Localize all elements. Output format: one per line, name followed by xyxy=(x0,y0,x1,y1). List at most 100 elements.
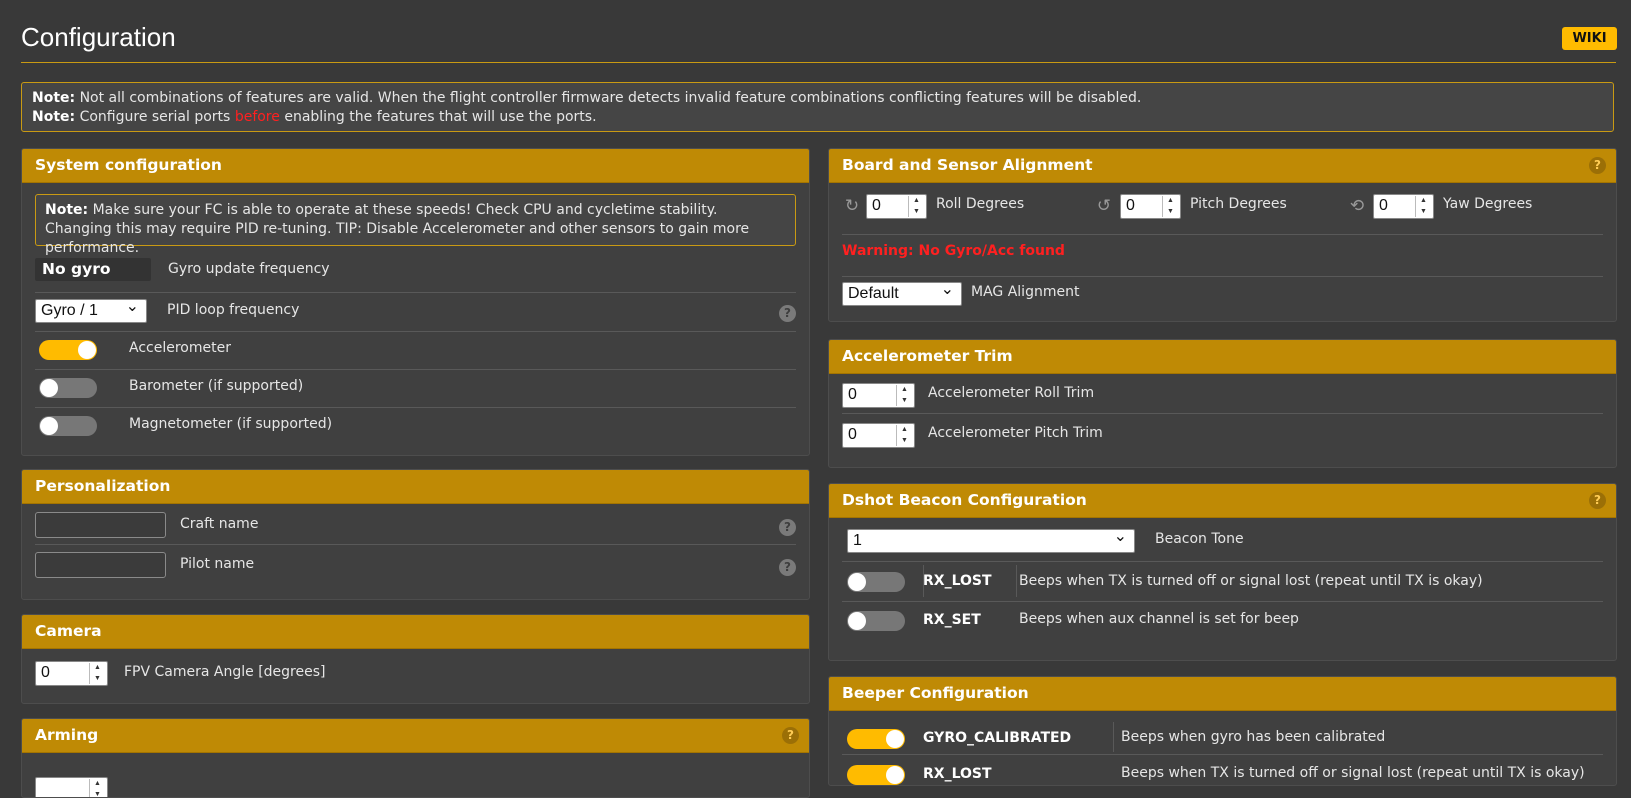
column-divider xyxy=(1113,722,1114,752)
gyro-row: No gyro Gyro update frequency xyxy=(35,253,796,293)
accelerometer-trim-panel: Accelerometer Trim 0 Accelerometer Roll … xyxy=(828,339,1617,468)
pitch-degrees-label: Pitch Degrees xyxy=(1190,196,1287,212)
beacon-tone-label: Beacon Tone xyxy=(1155,531,1244,547)
gyro-frequency-value: No gyro xyxy=(35,258,151,281)
roll-degrees-label: Roll Degrees xyxy=(936,196,1025,212)
pid-loop-select[interactable]: Gyro / 1 xyxy=(35,296,147,323)
title-divider xyxy=(21,62,1616,63)
page-title: Configuration xyxy=(21,22,176,52)
yaw-degrees-label: Yaw Degrees xyxy=(1443,196,1533,212)
mag-alignment-label: MAG Alignment xyxy=(971,284,1080,300)
camera-angle-label: FPV Camera Angle [degrees] xyxy=(124,664,326,680)
gyro-warning: Warning: No Gyro/Acc found xyxy=(842,243,1065,259)
help-icon[interactable]: ? xyxy=(1589,492,1606,509)
roll-trim-row: 0 Accelerometer Roll Trim xyxy=(842,373,1603,414)
panel-title: Board and Sensor Alignment xyxy=(829,149,1616,183)
yaw-icon: ⟲ xyxy=(1349,196,1365,216)
spinner[interactable] xyxy=(1162,196,1179,217)
craft-name-label: Craft name xyxy=(180,516,259,532)
help-icon[interactable]: ? xyxy=(779,305,796,322)
help-icon[interactable]: ? xyxy=(782,727,799,744)
camera-panel: Camera 0 FPV Camera Angle [degrees] xyxy=(21,614,810,704)
arming-panel: Arming ? xyxy=(21,718,810,798)
system-configuration-panel: System configuration Note: Make sure you… xyxy=(21,148,810,456)
warning-row: Warning: No Gyro/Acc found xyxy=(842,234,1603,277)
accelerometer-row: Accelerometer xyxy=(35,331,796,370)
barometer-toggle[interactable] xyxy=(39,378,97,398)
spinner[interactable] xyxy=(89,663,106,684)
panel-title: Accelerometer Trim xyxy=(829,340,1616,374)
dshot-rx-lost-toggle[interactable] xyxy=(847,572,905,592)
magnetometer-toggle[interactable] xyxy=(39,416,97,436)
dshot-rx-lost-name: RX_LOST xyxy=(923,573,992,589)
magnetometer-label: Magnetometer (if supported) xyxy=(129,416,333,432)
panel-title: Personalization xyxy=(22,470,809,504)
accelerometer-label: Accelerometer xyxy=(129,340,231,356)
note-line-1: Note: Not all combinations of features a… xyxy=(32,90,1142,106)
beeper-gyro-calibrated-name: GYRO_CALIBRATED xyxy=(923,730,1072,746)
beeper-gyro-calibrated-toggle[interactable] xyxy=(847,729,905,749)
wiki-button[interactable]: WIKI xyxy=(1562,27,1617,50)
roll-degrees-input[interactable]: 0 xyxy=(866,194,927,219)
pid-loop-label: PID loop frequency xyxy=(167,302,300,318)
yaw-degrees-input[interactable]: 0 xyxy=(1373,194,1434,219)
panel-title: System configuration xyxy=(22,149,809,183)
personalization-panel: Personalization Craft name ? Pilot name … xyxy=(21,469,810,600)
pilot-name-label: Pilot name xyxy=(180,556,255,572)
panel-title: Beeper Configuration xyxy=(829,677,1616,711)
pid-row: Gyro / 1 PID loop frequency ? xyxy=(35,292,796,332)
arming-input[interactable] xyxy=(35,777,108,797)
camera-angle-input[interactable]: 0 xyxy=(35,661,108,686)
pitch-degrees-input[interactable]: 0 xyxy=(1120,194,1181,219)
beeper-rx-lost-row: RX_LOST Beeps when TX is turned off or s… xyxy=(842,754,1603,785)
help-icon[interactable]: ? xyxy=(779,519,796,536)
accelerometer-toggle[interactable] xyxy=(39,340,97,360)
alignment-row: ↻ 0 Roll Degrees ↺ 0 Pitch Degrees ⟲ 0 Y… xyxy=(842,182,1603,235)
mag-alignment-select[interactable]: Default xyxy=(842,279,962,306)
beeper-gyro-calibrated-desc: Beeps when gyro has been calibrated xyxy=(1121,729,1386,745)
dshot-rx-set-desc: Beeps when aux channel is set for beep xyxy=(1019,611,1299,627)
panel-title: Dshot Beacon Configuration xyxy=(829,484,1616,518)
barometer-label: Barometer (if supported) xyxy=(129,378,304,394)
spinner[interactable] xyxy=(908,196,925,217)
spinner[interactable] xyxy=(896,385,913,406)
help-icon[interactable]: ? xyxy=(1589,157,1606,174)
beeper-configuration-panel: Beeper Configuration GYRO_CALIBRATED Bee… xyxy=(828,676,1617,786)
help-icon[interactable]: ? xyxy=(779,559,796,576)
pitch-trim-label: Accelerometer Pitch Trim xyxy=(928,425,1103,441)
beeper-rx-lost-name: RX_LOST xyxy=(923,766,992,782)
dshot-rx-lost-row: RX_LOST Beeps when TX is turned off or s… xyxy=(842,561,1603,602)
dshot-rx-set-name: RX_SET xyxy=(923,612,981,628)
roll-trim-input[interactable]: 0 xyxy=(842,383,915,408)
pilot-name-input[interactable] xyxy=(35,552,166,578)
mag-alignment-row: Default MAG Alignment xyxy=(842,276,1603,316)
column-divider xyxy=(1016,565,1017,597)
speed-note: Note: Make sure your FC is able to opera… xyxy=(35,194,796,256)
pilot-name-row: Pilot name ? xyxy=(35,544,796,585)
beeper-rx-lost-toggle[interactable] xyxy=(847,765,905,785)
roll-trim-label: Accelerometer Roll Trim xyxy=(928,385,1095,401)
craft-name-row: Craft name ? xyxy=(35,503,796,545)
panel-title: Camera xyxy=(22,615,809,649)
pitch-trim-row: 0 Accelerometer Pitch Trim xyxy=(842,413,1603,453)
gyro-frequency-label: Gyro update frequency xyxy=(168,261,330,277)
before-highlight: before xyxy=(234,109,280,125)
dshot-rx-set-row: RX_SET Beeps when aux channel is set for… xyxy=(842,601,1603,641)
magnetometer-row: Magnetometer (if supported) xyxy=(35,407,796,445)
dshot-beacon-panel: Dshot Beacon Configuration ? 1 Beacon To… xyxy=(828,483,1617,661)
feature-notes: Note: Not all combinations of features a… xyxy=(21,82,1614,132)
spinner[interactable] xyxy=(896,425,913,446)
panel-title: Arming xyxy=(22,719,809,753)
craft-name-input[interactable] xyxy=(35,512,166,538)
dshot-rx-set-toggle[interactable] xyxy=(847,611,905,631)
beacon-tone-row: 1 Beacon Tone xyxy=(842,517,1603,562)
spinner[interactable] xyxy=(1415,196,1432,217)
dshot-rx-lost-desc: Beeps when TX is turned off or signal lo… xyxy=(1019,573,1483,589)
barometer-row: Barometer (if supported) xyxy=(35,369,796,408)
pitch-icon: ↺ xyxy=(1096,196,1112,216)
pitch-trim-input[interactable]: 0 xyxy=(842,423,915,448)
beeper-gyro-calibrated-row: GYRO_CALIBRATED Beeps when gyro has been… xyxy=(842,710,1603,755)
beacon-tone-select[interactable]: 1 xyxy=(847,526,1135,553)
roll-icon: ↻ xyxy=(844,196,860,216)
board-alignment-panel: Board and Sensor Alignment ? ↻ 0 Roll De… xyxy=(828,148,1617,322)
